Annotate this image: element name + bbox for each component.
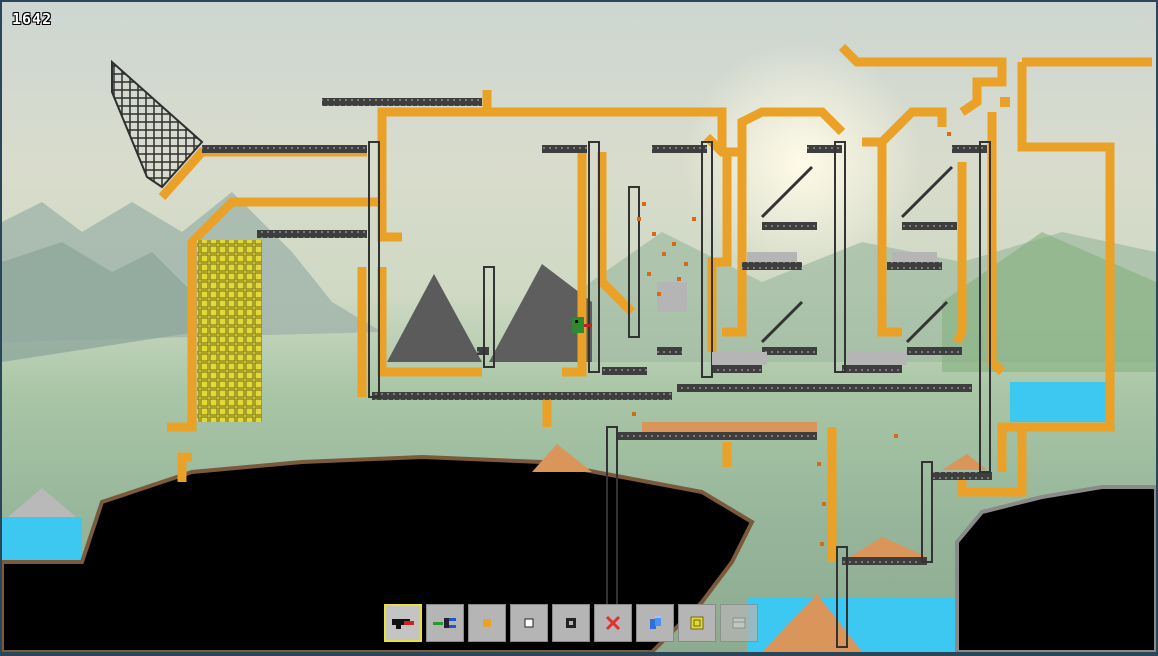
yellow-crate-stack bbox=[197, 240, 262, 422]
yellow-crate-icon bbox=[690, 616, 704, 630]
tool-hotbar bbox=[384, 604, 758, 642]
red-x-icon bbox=[605, 615, 621, 631]
orange-block bbox=[1000, 97, 1010, 107]
grey-panel-icon bbox=[732, 617, 746, 629]
crate-tool[interactable] bbox=[678, 604, 716, 642]
score-counter: 1642 bbox=[12, 10, 53, 28]
blue-cylinder-icon bbox=[650, 616, 661, 629]
ring-block-tool[interactable] bbox=[552, 604, 590, 642]
delete-tool[interactable] bbox=[594, 604, 632, 642]
game-world[interactable] bbox=[2, 2, 1156, 652]
connector-icon bbox=[433, 618, 456, 628]
cylinder-tool[interactable] bbox=[636, 604, 674, 642]
white-square-icon bbox=[524, 618, 534, 628]
orange-block-icon bbox=[483, 619, 491, 627]
pipe-connector-tool[interactable] bbox=[426, 604, 464, 642]
disabled-tool[interactable] bbox=[720, 604, 758, 642]
gun-tool[interactable] bbox=[384, 604, 422, 642]
game-viewport[interactable]: 1642 bbox=[2, 2, 1156, 652]
empty-block-tool[interactable] bbox=[510, 604, 548, 642]
red-gun-icon bbox=[392, 619, 414, 629]
orange-block-tool[interactable] bbox=[468, 604, 506, 642]
black-ring-icon bbox=[566, 618, 576, 628]
